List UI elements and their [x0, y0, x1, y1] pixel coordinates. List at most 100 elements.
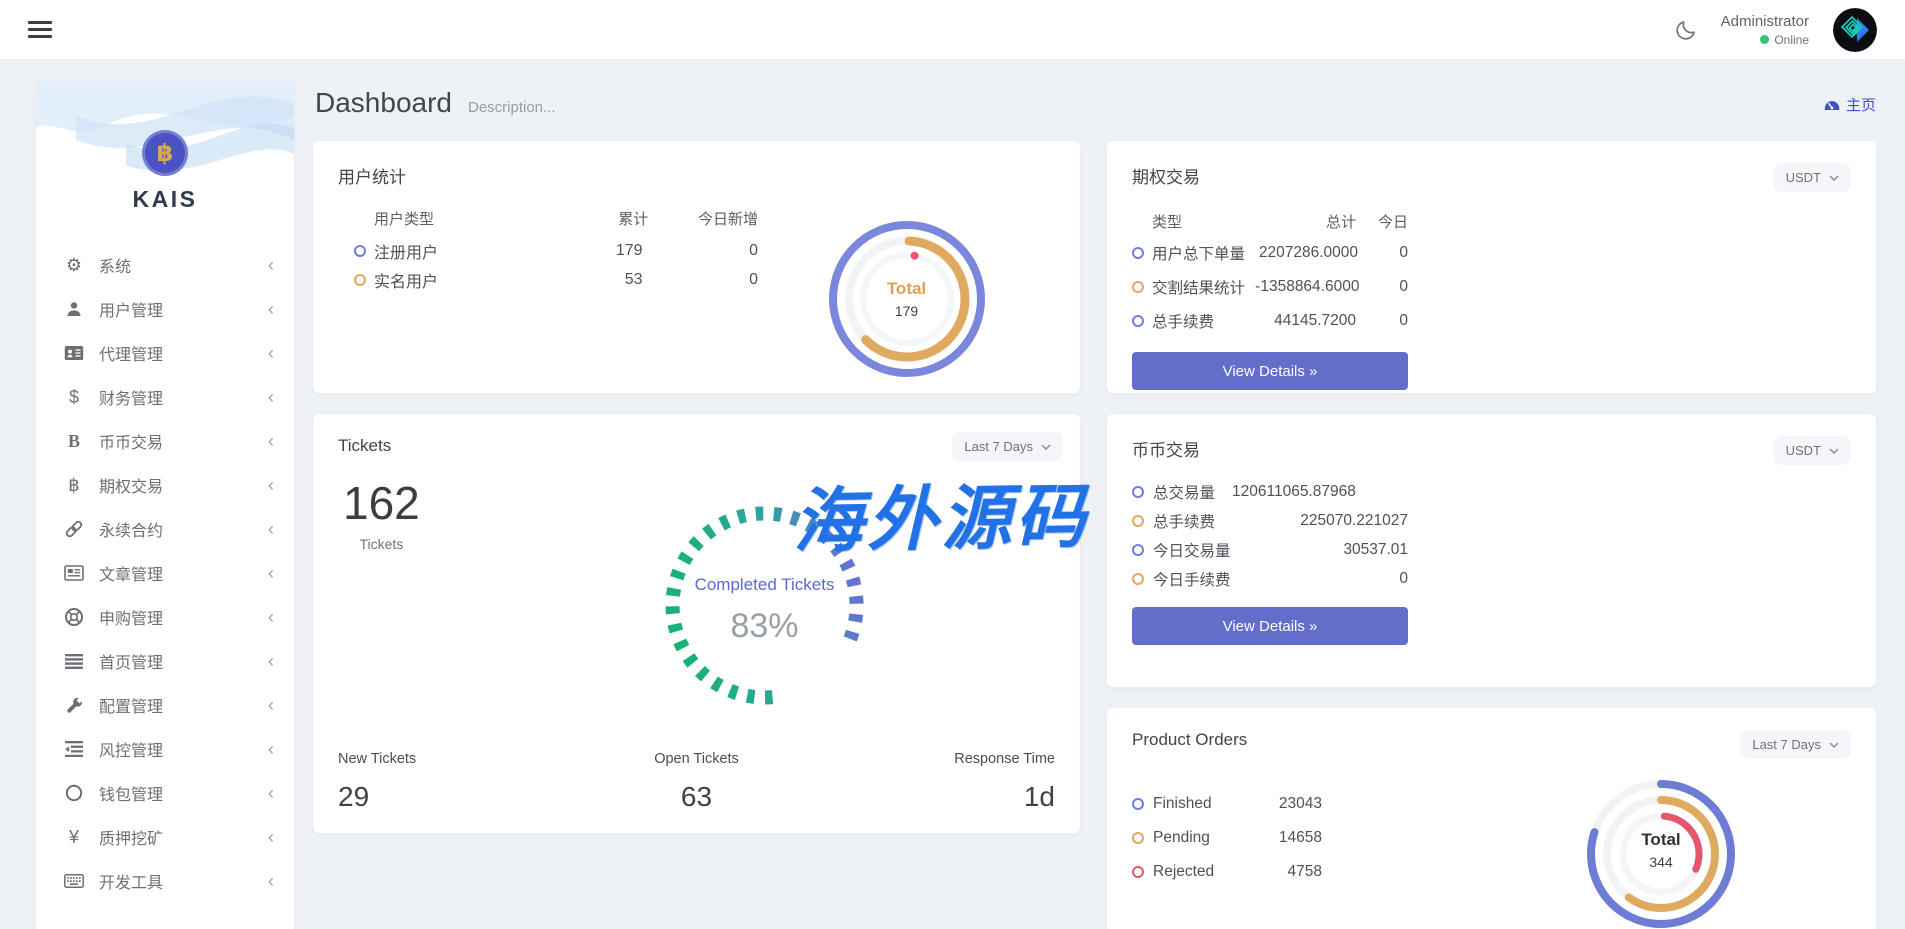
bars-icon: [62, 654, 86, 669]
list-item: Rejected 4758: [1132, 855, 1322, 889]
sidebar-item-articles[interactable]: 文章管理‹: [36, 551, 294, 595]
legend-dot-icon: [1132, 486, 1144, 498]
sidebar-item-subscription[interactable]: 申购管理‹: [36, 595, 294, 639]
sidebar-item-risk-control[interactable]: 风控管理‹: [36, 727, 294, 771]
chevron-icon: ‹: [268, 344, 274, 362]
sidebar-item-config[interactable]: 配置管理‹: [36, 683, 294, 727]
legend-dot-icon: [1132, 544, 1144, 556]
tickets-count: 162: [343, 476, 420, 530]
chevron-down-icon: [1829, 742, 1839, 748]
gear-icon: ⚙: [62, 255, 86, 276]
chevron-icon: ‹: [268, 520, 274, 538]
chevron-icon: ‹: [268, 564, 274, 582]
spot-currency-select[interactable]: USDT: [1774, 436, 1851, 465]
options-trading-title: 期权交易: [1132, 163, 1200, 188]
tickets-period-select[interactable]: Last 7 Days: [952, 432, 1063, 461]
dark-mode-toggle[interactable]: [1675, 19, 1697, 41]
breadcrumb-home-link[interactable]: 主页: [1824, 94, 1876, 115]
sidebar-item-system[interactable]: ⚙ 系统‹: [36, 243, 294, 287]
legend-dot-icon: [354, 245, 366, 257]
spot-trading-title: 币币交易: [1132, 436, 1200, 461]
newspaper-icon: [62, 565, 86, 581]
legend-dot-icon: [1132, 798, 1144, 810]
list-item: Finished 23043: [1132, 787, 1322, 821]
product-orders-title: Product Orders: [1132, 730, 1247, 750]
sidebar-item-perpetual-contracts[interactable]: 永续合约‹: [36, 507, 294, 551]
link-icon: [62, 519, 86, 539]
spot-trading-card: 币币交易 USDT 总交易量 120611065.87968: [1107, 414, 1876, 687]
chevron-down-icon: [1829, 175, 1839, 181]
legend-dot-icon: [1132, 515, 1144, 527]
product-orders-period-select[interactable]: Last 7 Days: [1740, 730, 1851, 759]
chevron-icon: ‹: [268, 784, 274, 802]
brand: ฿ KAIS: [36, 82, 294, 213]
legend-dot-icon: [354, 274, 366, 286]
product-orders-card: Product Orders Last 7 Days Finished 2304…: [1107, 708, 1876, 929]
sidebar-item-finance[interactable]: $ 财务管理‹: [36, 375, 294, 419]
page-header: Dashboard Description... 主页: [315, 87, 1876, 119]
user-stats-card: 用户统计 用户类型 累计 今日新增 注册用户 179 0: [313, 141, 1080, 393]
options-currency-select[interactable]: USDT: [1774, 163, 1851, 192]
stat-open-tickets: Open Tickets 63: [637, 751, 757, 813]
user-stats-table: 用户类型 累计 今日新增 注册用户 179 0 实名用户: [338, 204, 758, 394]
chevron-down-icon: [1829, 448, 1839, 454]
coin-b-icon: B: [62, 431, 86, 452]
sidebar-item-wallet[interactable]: 钱包管理‹: [36, 771, 294, 815]
user-menu[interactable]: Administrator Online: [1721, 13, 1809, 47]
sidebar: ฿ KAIS ⚙ 系统‹ 用户管理‹ 代理管理‹ $ 财务管理‹ B 币币交易: [36, 82, 294, 929]
sidebar-item-spot-trading[interactable]: B 币币交易‹: [36, 419, 294, 463]
options-trading-table: 类型 总计 今日 用户总下单量 2207286.0000 0 交割结果统计 -1…: [1132, 206, 1408, 338]
legend-dot-icon: [1132, 573, 1144, 585]
chevron-icon: ‹: [268, 432, 274, 450]
dollar-icon: $: [62, 387, 86, 408]
chevron-icon: ‹: [268, 388, 274, 406]
user-stats-donut-chart: Total 179: [758, 204, 1055, 394]
legend-dot-icon: [1132, 281, 1144, 293]
sidebar-item-options-trading[interactable]: ฿ 期权交易‹: [36, 463, 294, 507]
sidebar-item-agents[interactable]: 代理管理‹: [36, 331, 294, 375]
sidebar-item-users[interactable]: 用户管理‹: [36, 287, 294, 331]
tickets-title: Tickets: [338, 436, 1055, 456]
sidebar-item-homepage[interactable]: 首页管理‹: [36, 639, 294, 683]
sidebar-menu: ⚙ 系统‹ 用户管理‹ 代理管理‹ $ 财务管理‹ B 币币交易‹ ฿ 期权交易: [36, 243, 294, 903]
table-row: 注册用户 179 0: [354, 236, 758, 265]
tickets-stats-row: New Tickets 29 Open Tickets 63 Response …: [338, 751, 1055, 813]
hamburger-menu-icon[interactable]: [28, 21, 52, 38]
sidebar-item-staking[interactable]: ¥ 质押挖矿‹: [36, 815, 294, 859]
top-navbar: Administrator Online: [0, 0, 1905, 59]
options-view-details-button[interactable]: View Details »: [1132, 352, 1408, 390]
chevron-icon: ‹: [268, 608, 274, 626]
page-title: Dashboard: [315, 87, 452, 119]
user-name: Administrator: [1721, 13, 1809, 30]
tickets-card: Tickets Last 7 Days 162 Tickets: [313, 414, 1080, 833]
completed-tickets-gauge: Completed Tickets 83%: [652, 493, 877, 718]
legend-dot-icon: [1132, 866, 1144, 878]
legend-dot-icon: [1132, 315, 1144, 327]
legend-dot-icon: [1132, 832, 1144, 844]
sidebar-item-devtools[interactable]: 开发工具‹: [36, 859, 294, 903]
chevron-icon: ‹: [268, 300, 274, 318]
product-orders-rows: Finished 23043 Pending 14658 Rejected 47…: [1132, 787, 1322, 889]
brand-name: KAIS: [36, 186, 294, 213]
col-total: 累计: [539, 208, 649, 229]
spot-trading-rows: 总交易量 120611065.87968 总手续费 225070.221027 …: [1132, 477, 1408, 593]
outdent-icon: [62, 741, 86, 757]
keyboard-icon: [62, 874, 86, 888]
online-dot-icon: [1760, 35, 1769, 44]
list-item: 总交易量 120611065.87968: [1132, 477, 1408, 506]
yen-icon: ¥: [62, 827, 86, 848]
id-card-icon: [62, 345, 86, 361]
chevron-down-icon: [1041, 444, 1051, 450]
table-row: 用户总下单量 2207286.0000 0: [1132, 236, 1408, 270]
avatar[interactable]: [1833, 8, 1877, 52]
spot-view-details-button[interactable]: View Details »: [1132, 607, 1408, 645]
moon-icon: [1675, 19, 1697, 41]
list-item: 总手续费 225070.221027: [1132, 506, 1408, 535]
options-trading-card: 期权交易 USDT 类型 总计 今日 用户总下单量: [1107, 141, 1876, 393]
stat-new-tickets: New Tickets 29: [338, 751, 458, 813]
col-user-type: 用户类型: [354, 208, 539, 229]
page-subtitle: Description...: [468, 99, 556, 116]
chevron-icon: ‹: [268, 652, 274, 670]
life-ring-icon: [62, 607, 86, 627]
table-row: 总手续费 44145.7200 0: [1132, 304, 1408, 338]
